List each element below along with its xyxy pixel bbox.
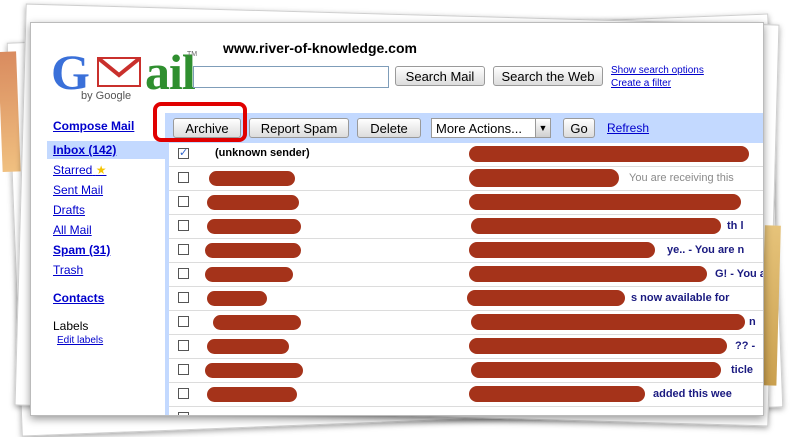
row-checkbox[interactable] <box>178 388 189 399</box>
redaction-mark <box>471 218 721 234</box>
row-checkbox[interactable] <box>178 268 189 279</box>
more-actions-label: More Actions... <box>436 121 522 136</box>
row-sender: (unknown sender) <box>215 147 310 159</box>
archive-highlight-box <box>153 102 247 142</box>
row-checkbox[interactable] <box>178 412 189 415</box>
row-snippet: s now available for <box>631 292 730 304</box>
redaction-mark <box>213 315 301 330</box>
table-row[interactable]: s now available for <box>169 287 763 311</box>
row-snippet: G! - You are r <box>715 268 763 280</box>
search-web-button[interactable]: Search the Web <box>493 66 603 86</box>
logo-by-google: by Google <box>81 90 132 102</box>
row-snippet: ?? - <box>735 340 756 352</box>
envelope-m-icon <box>97 57 141 87</box>
sidebar-item-drafts[interactable]: Drafts <box>47 201 165 219</box>
redaction-mark <box>469 194 741 210</box>
compose-mail-link[interactable]: Compose Mail <box>53 119 134 133</box>
report-spam-button[interactable]: Report Spam <box>249 118 349 138</box>
go-button[interactable]: Go <box>563 118 595 138</box>
contacts-link[interactable]: Contacts <box>47 289 165 307</box>
labels-heading: Labels <box>53 319 89 333</box>
redaction-mark <box>207 291 267 306</box>
chevron-down-icon: ▼ <box>535 119 550 137</box>
table-row[interactable]: th l <box>169 215 763 239</box>
site-watermark: www.river-of-knowledge.com <box>223 40 417 56</box>
redaction-mark <box>207 195 299 210</box>
row-checkbox[interactable] <box>178 244 189 255</box>
redaction-mark <box>205 363 303 378</box>
delete-button[interactable]: Delete <box>357 118 421 138</box>
redaction-mark <box>469 338 727 354</box>
more-actions-select[interactable]: More Actions... ▼ <box>431 118 551 138</box>
sidebar-item-sent[interactable]: Sent Mail <box>47 181 165 199</box>
redaction-mark <box>469 266 707 282</box>
table-row[interactable]: added this wee <box>169 383 763 407</box>
sidebar-item-spam[interactable]: Spam (31) <box>47 241 165 259</box>
message-list: (unknown sender) You are receiving this … <box>165 143 763 415</box>
table-row[interactable]: You are receiving this <box>169 167 763 191</box>
row-checkbox[interactable] <box>178 316 189 327</box>
refresh-link[interactable]: Refresh <box>607 121 649 135</box>
row-checkbox[interactable] <box>178 220 189 231</box>
row-snippet: You are receiving this <box>629 172 734 184</box>
toolbar: Archive Report Spam Delete More Actions.… <box>165 113 763 143</box>
redaction-mark <box>469 386 645 402</box>
redaction-mark <box>469 146 749 162</box>
row-snippet: added this wee <box>653 388 732 400</box>
table-row[interactable] <box>169 191 763 215</box>
redaction-mark <box>205 243 301 258</box>
search-mail-button[interactable]: Search Mail <box>395 66 485 86</box>
table-row[interactable]: ticle <box>169 359 763 383</box>
logo-tm: TM <box>187 51 198 58</box>
show-search-options-link[interactable]: Show search options <box>611 65 704 76</box>
redaction-mark <box>471 314 745 330</box>
redaction-mark <box>469 169 619 187</box>
row-checkbox[interactable] <box>178 146 189 159</box>
sidebar-item-inbox[interactable]: Inbox (142) <box>47 141 165 159</box>
edit-labels-link[interactable]: Edit labels <box>57 335 103 346</box>
row-checkbox[interactable] <box>178 364 189 375</box>
redaction-mark <box>209 171 295 186</box>
row-checkbox[interactable] <box>178 292 189 303</box>
redaction-mark <box>467 290 625 306</box>
sidebar: Inbox (142) Starred ★ Sent Mail Drafts A… <box>31 141 165 415</box>
gmail-logo: G ail by Google TM <box>51 43 197 107</box>
redaction-mark <box>471 362 721 378</box>
row-snippet: n <box>749 316 756 328</box>
redaction-mark <box>205 267 293 282</box>
row-snippet: ye.. - You are n <box>667 244 745 256</box>
redaction-mark <box>207 219 301 234</box>
redaction-mark <box>469 242 655 258</box>
table-row[interactable]: n <box>169 311 763 335</box>
redaction-mark <box>207 387 297 402</box>
row-snippet: th l <box>727 220 744 232</box>
row-checkbox[interactable] <box>178 172 189 183</box>
redaction-mark <box>207 339 289 354</box>
sidebar-item-all-mail[interactable]: All Mail <box>47 221 165 239</box>
sidebar-item-label: Starred <box>53 163 93 177</box>
sidebar-item-starred[interactable]: Starred ★ <box>47 161 165 179</box>
table-row[interactable]: ye.. - You are n <box>169 239 763 263</box>
gmail-screenshot: G ail by Google TM www.river-of-knowledg… <box>30 22 764 416</box>
table-row[interactable] <box>169 407 763 415</box>
row-snippet: ticle <box>731 364 754 376</box>
create-filter-link[interactable]: Create a filter <box>611 78 671 89</box>
row-checkbox[interactable] <box>178 340 189 351</box>
star-icon: ★ <box>95 163 107 177</box>
table-row[interactable]: G! - You are r <box>169 263 763 287</box>
sidebar-item-trash[interactable]: Trash <box>47 261 165 279</box>
row-checkbox[interactable] <box>178 196 189 207</box>
table-row[interactable]: (unknown sender) <box>169 143 763 167</box>
search-input[interactable] <box>193 66 389 88</box>
table-row[interactable]: ?? - <box>169 335 763 359</box>
